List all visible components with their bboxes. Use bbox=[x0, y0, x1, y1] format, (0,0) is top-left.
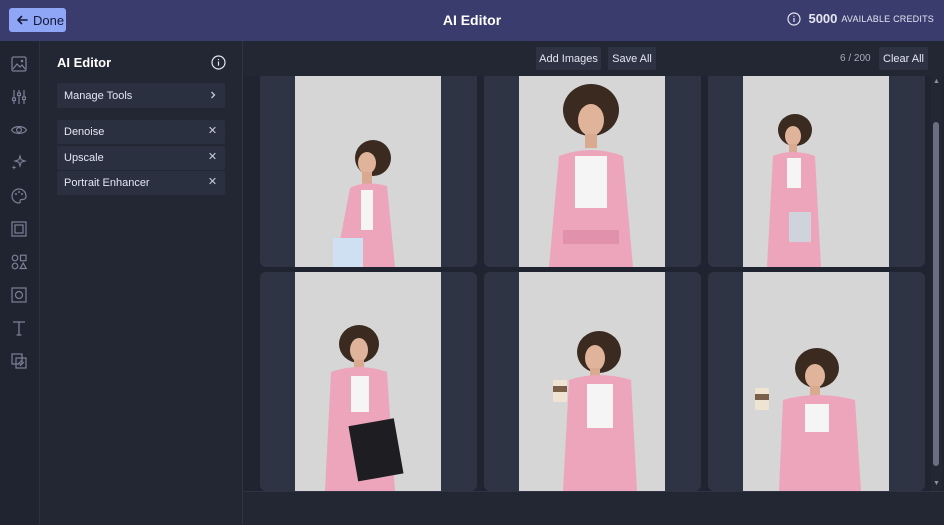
scroll-down-arrow[interactable]: ▼ bbox=[932, 480, 941, 488]
sparkle-icon[interactable] bbox=[10, 154, 28, 172]
close-icon[interactable]: ✕ bbox=[206, 151, 219, 164]
frame-icon[interactable] bbox=[10, 220, 28, 238]
tool-label: Upscale bbox=[64, 152, 104, 164]
manage-tools-button[interactable]: Manage Tools bbox=[57, 83, 225, 108]
image-grid bbox=[243, 76, 944, 491]
tools-panel: AI Editor Manage Tools Denoise ✕ Upscale… bbox=[40, 41, 243, 525]
main-area: Add Images Save All 6 / 200 Clear All ▲ … bbox=[243, 41, 944, 525]
chevron-right-icon bbox=[211, 91, 216, 99]
photo-thumbnail bbox=[295, 76, 441, 267]
panel-title: AI Editor bbox=[57, 55, 112, 70]
tool-item-portrait-enhancer[interactable]: Portrait Enhancer ✕ bbox=[57, 171, 225, 195]
text-icon[interactable] bbox=[10, 319, 28, 337]
image-icon[interactable] bbox=[10, 55, 28, 73]
tool-rail bbox=[0, 41, 40, 525]
manage-tools-label: Manage Tools bbox=[64, 89, 133, 102]
image-card[interactable] bbox=[484, 272, 701, 491]
palette-icon[interactable] bbox=[10, 187, 28, 205]
tool-item-denoise[interactable]: Denoise ✕ bbox=[57, 120, 225, 144]
save-all-button[interactable]: Save All bbox=[608, 47, 656, 70]
tool-label: Portrait Enhancer bbox=[64, 177, 150, 189]
scroll-thumb[interactable] bbox=[933, 122, 939, 466]
image-toolbar: Add Images Save All 6 / 200 Clear All bbox=[243, 41, 944, 76]
close-icon[interactable]: ✕ bbox=[206, 125, 219, 138]
image-card[interactable] bbox=[260, 76, 477, 267]
border-icon[interactable] bbox=[10, 286, 28, 304]
info-icon[interactable] bbox=[787, 11, 802, 26]
photo-thumbnail bbox=[519, 272, 665, 491]
photo-thumbnail bbox=[519, 76, 665, 267]
credits-label: AVAILABLE CREDITS bbox=[841, 13, 934, 24]
top-bar: Done AI Editor 5000 AVAILABLE CREDITS bbox=[0, 0, 944, 41]
info-icon[interactable] bbox=[211, 55, 226, 70]
photo-thumbnail bbox=[743, 272, 889, 491]
image-card[interactable] bbox=[708, 76, 925, 267]
credits-value: 5000 bbox=[808, 11, 838, 26]
clear-all-button[interactable]: Clear All bbox=[879, 47, 928, 70]
close-icon[interactable]: ✕ bbox=[206, 176, 219, 189]
layers-icon[interactable] bbox=[10, 352, 28, 370]
bottom-bar bbox=[243, 491, 944, 525]
image-count: 6 / 200 bbox=[840, 53, 871, 64]
photo-thumbnail bbox=[743, 76, 889, 267]
tool-label: Denoise bbox=[64, 126, 105, 138]
shapes-icon[interactable] bbox=[10, 253, 28, 271]
scroll-up-arrow[interactable]: ▲ bbox=[932, 78, 941, 86]
image-card[interactable] bbox=[260, 272, 477, 491]
image-card[interactable] bbox=[484, 76, 701, 267]
photo-thumbnail bbox=[295, 272, 441, 491]
eye-icon[interactable] bbox=[10, 121, 28, 139]
image-card[interactable] bbox=[708, 272, 925, 491]
tool-item-upscale[interactable]: Upscale ✕ bbox=[57, 146, 225, 170]
add-images-button[interactable]: Add Images bbox=[536, 47, 601, 70]
credits-indicator: 5000 AVAILABLE CREDITS bbox=[787, 11, 934, 26]
sliders-icon[interactable] bbox=[10, 88, 28, 106]
grid-scrollbar[interactable]: ▲ ▼ bbox=[931, 76, 942, 491]
